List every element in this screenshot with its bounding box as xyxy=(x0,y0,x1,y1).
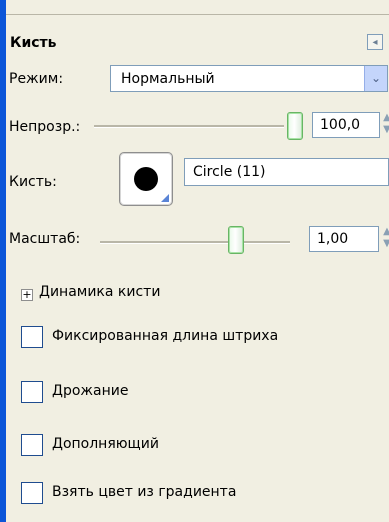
fixed-stroke-length-label: Фиксированная длина штриха xyxy=(52,328,279,344)
opacity-slider-handle[interactable] xyxy=(287,112,303,140)
scale-label: Масштаб: xyxy=(9,231,81,247)
scale-slider-track[interactable] xyxy=(100,241,290,244)
incremental-label: Дополняющий xyxy=(52,436,159,452)
dynamics-label[interactable]: Динамика кисти xyxy=(39,284,160,300)
gradient-color-label: Взять цвет из градиента xyxy=(52,484,237,500)
jitter-checkbox[interactable] xyxy=(21,381,43,403)
brush-circle-icon xyxy=(134,167,158,191)
opacity-value: 100,0 xyxy=(320,117,361,133)
panel-title: Кисть xyxy=(10,35,57,51)
brush-name-field[interactable]: Circle (11) xyxy=(184,158,389,186)
collapse-left-icon[interactable]: ◂ xyxy=(367,34,383,50)
fixed-stroke-length-checkbox[interactable] xyxy=(21,326,43,348)
jitter-label: Дрожание xyxy=(52,383,129,399)
brush-label: Кисть: xyxy=(9,174,57,190)
scale-value-field[interactable]: 1,00 xyxy=(309,226,379,252)
opacity-value-field[interactable]: 100,0 xyxy=(312,112,380,138)
brush-name: Circle (11) xyxy=(193,164,266,180)
opacity-slider-track[interactable] xyxy=(94,125,284,128)
mode-value: Нормальный xyxy=(121,71,215,87)
chevron-down-icon[interactable]: ⌄ xyxy=(364,66,387,91)
incremental-checkbox[interactable] xyxy=(21,434,43,456)
opacity-label: Непрозр.: xyxy=(9,119,81,135)
gradient-color-checkbox[interactable] xyxy=(21,482,43,504)
plus-expander-icon[interactable]: + xyxy=(21,289,33,301)
brush-preview-button[interactable] xyxy=(119,152,173,206)
opacity-spinner-icon[interactable]: ▲ ▼ xyxy=(383,112,389,138)
mode-dropdown[interactable]: Нормальный ⌄ xyxy=(110,65,388,92)
scale-slider-handle[interactable] xyxy=(228,226,244,254)
scale-value: 1,00 xyxy=(317,231,349,247)
scale-spinner-icon[interactable]: ▲ ▼ xyxy=(383,226,389,252)
mode-label: Режим: xyxy=(9,71,64,87)
brush-menu-corner-icon xyxy=(161,194,169,202)
brush-options-panel: Кисть ◂ Режим: Нормальный ⌄ Непрозр.: 10… xyxy=(6,0,389,522)
panel-top-divider xyxy=(6,14,389,15)
